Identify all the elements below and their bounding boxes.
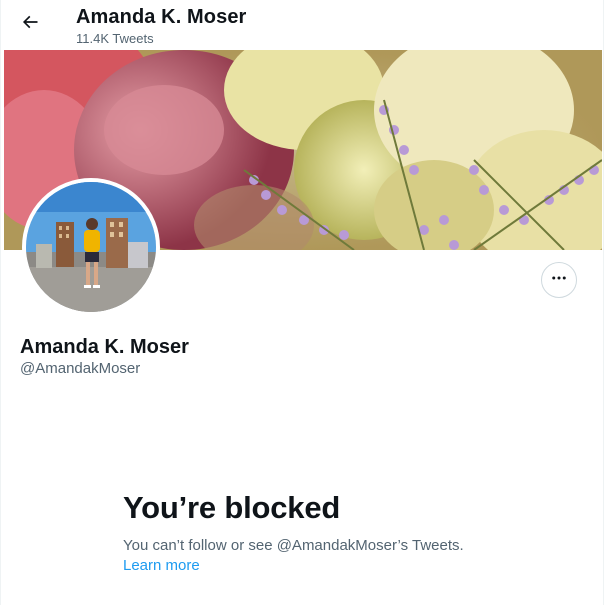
profile-handle: @AmandakMoser <box>20 360 141 377</box>
profile-page: Amanda K. Moser 11.4K Tweets Amanda K. M… <box>0 0 604 605</box>
header-title: Amanda K. Moser <box>76 6 247 28</box>
back-button[interactable] <box>13 7 47 41</box>
top-header: Amanda K. Moser 11.4K Tweets <box>1 0 603 50</box>
blocked-description: You can’t follow or see @AmandakMoser’s … <box>123 537 464 554</box>
arrow-left-icon <box>20 12 40 37</box>
more-horizontal-icon <box>550 269 568 292</box>
profile-display-name: Amanda K. Moser <box>20 336 189 358</box>
profile-avatar[interactable] <box>22 178 160 316</box>
tweet-count: 11.4K Tweets <box>76 31 154 46</box>
more-options-button[interactable] <box>541 262 577 298</box>
blocked-title: You’re blocked <box>123 490 341 525</box>
learn-more-link[interactable]: Learn more <box>123 557 200 574</box>
